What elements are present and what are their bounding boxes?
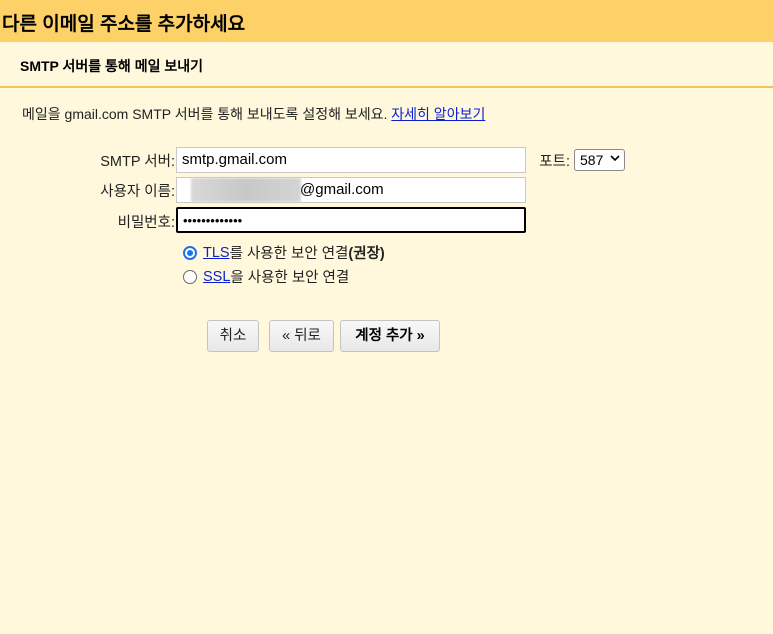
smtp-server-input[interactable]: smtp.gmail.com [176,147,526,173]
description: 메일을 gmail.com SMTP 서버를 통해 보내도록 설정해 보세요. … [22,104,485,124]
username-suffix: @gmail.com [300,181,384,198]
port-select[interactable]: 587 [574,149,625,171]
tls-radio[interactable] [183,245,197,260]
back-button[interactable]: « 뒤로 [269,320,334,352]
tls-link[interactable]: TLS [203,245,230,261]
chevron-down-icon [610,151,620,168]
dialog-title: 다른 이메일 주소를 추가하세요 [0,0,773,42]
ssl-link[interactable]: SSL [203,269,230,285]
section-title: SMTP 서버를 통해 메일 보내기 [0,42,773,88]
username-input[interactable]: @gmail.com [176,177,526,203]
tls-option[interactable]: TLS 를 사용한 보안 연결 (권장) [183,242,385,263]
tls-text: 를 사용한 보안 연결 [229,246,349,262]
smtp-server-label: SMTP 서버: [100,154,175,170]
ssl-option[interactable]: SSL 을 사용한 보안 연결 [183,266,349,287]
add-account-button[interactable]: 계정 추가 » [340,320,440,352]
redacted-username [191,178,301,202]
password-label: 비밀번호: [117,215,175,231]
ssl-radio[interactable] [183,269,197,284]
cancel-button[interactable]: 취소 [207,320,259,352]
tls-recommended: (권장) [348,246,385,262]
ssl-text: 을 사용한 보안 연결 [230,270,350,286]
port-value: 587 [580,152,604,168]
learn-more-link[interactable]: 자세히 알아보기 [391,106,485,122]
username-label: 사용자 이름: [100,184,175,200]
password-input[interactable]: ••••••••••••• [176,207,526,233]
port-label: 포트: [539,154,570,170]
description-text: 메일을 gmail.com SMTP 서버를 통해 보내도록 설정해 보세요. [22,106,388,122]
